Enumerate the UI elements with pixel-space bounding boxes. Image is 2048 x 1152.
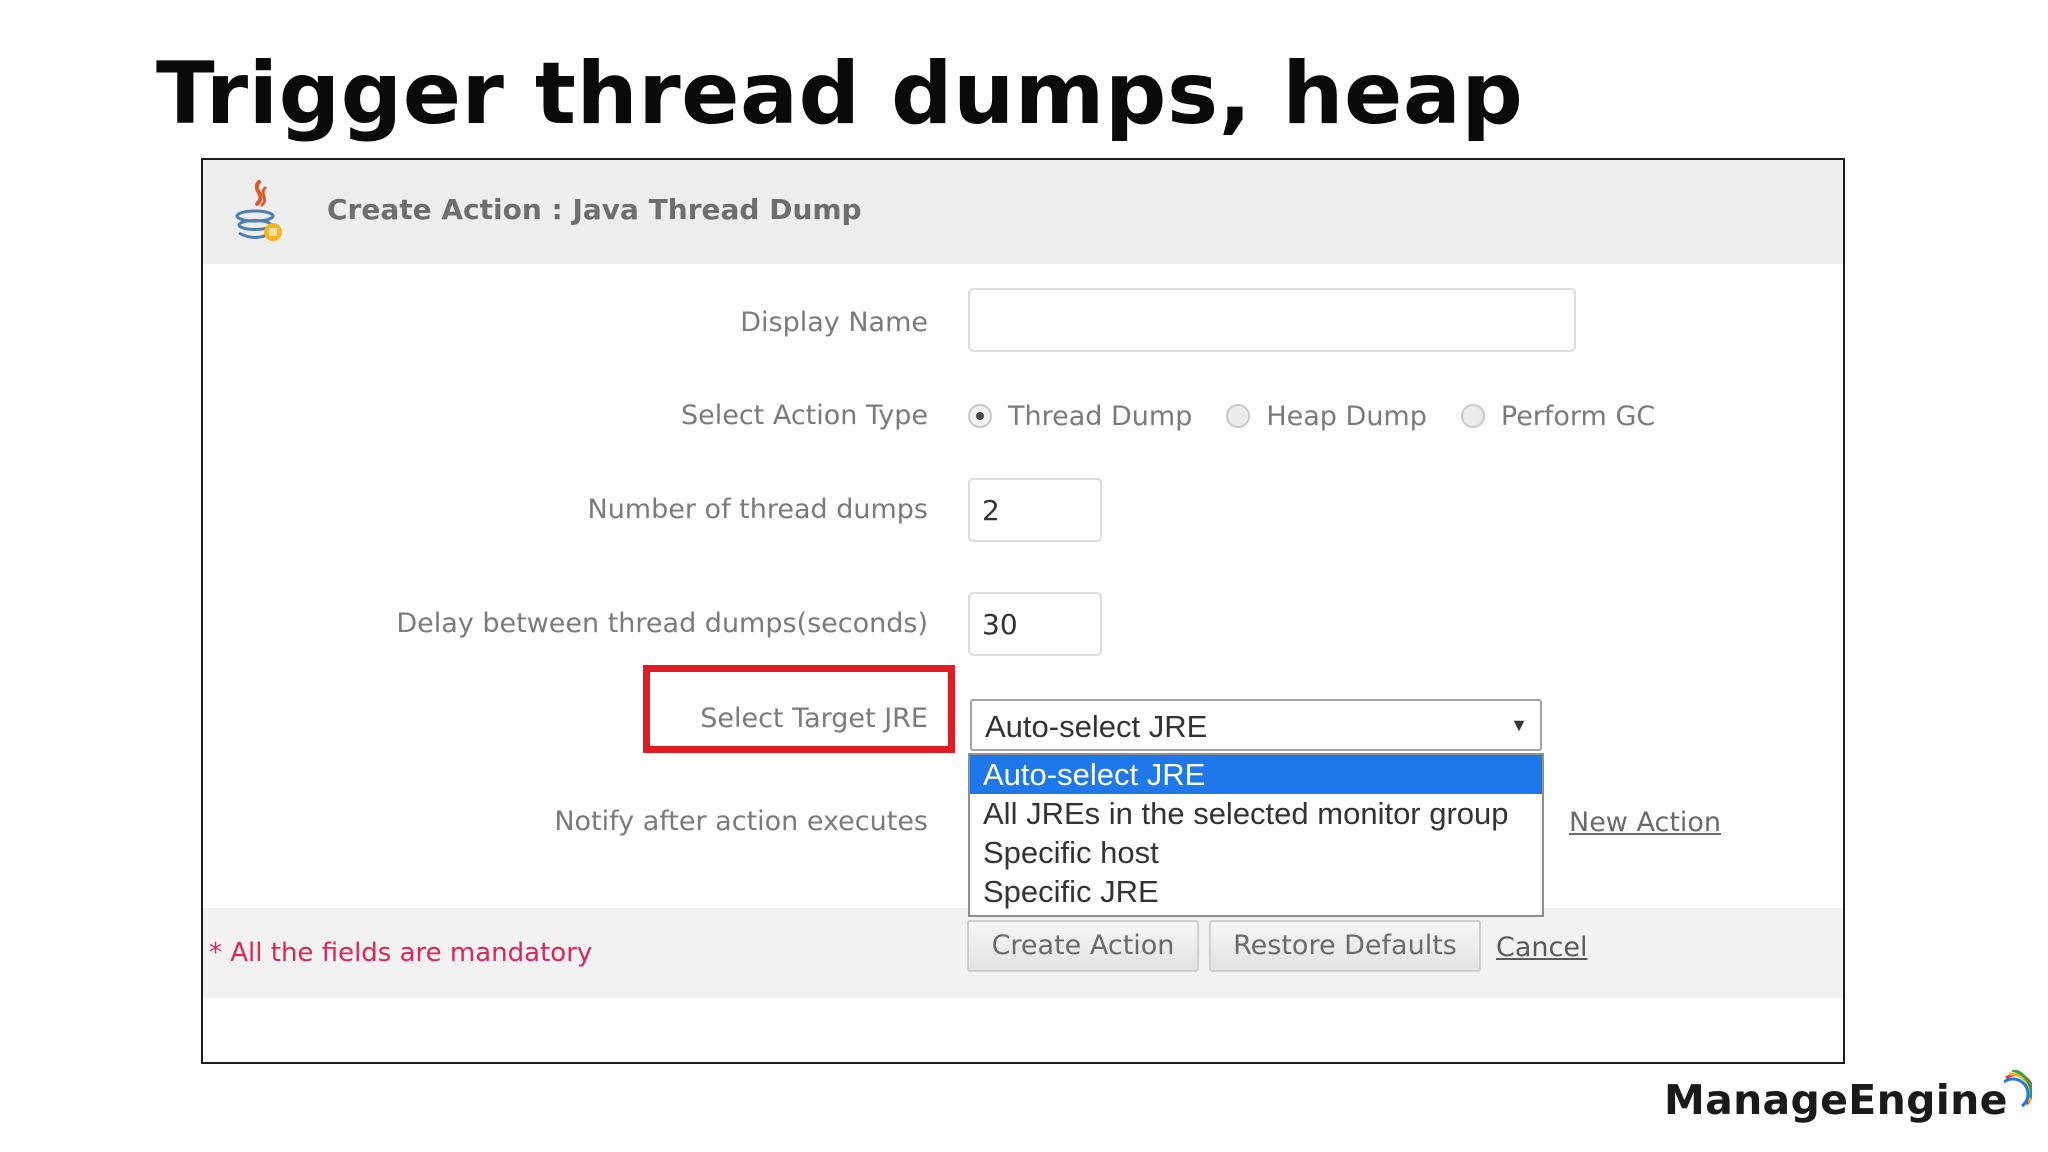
target-jre-dropdown-list: Auto-select JRE All JREs in the selected… <box>968 753 1544 917</box>
logo-arc-icon <box>2003 1070 2032 1108</box>
notify-label: Notify after action executes <box>554 806 928 837</box>
thread-dump-label[interactable]: Thread Dump <box>1008 401 1192 432</box>
mandatory-note: * All the fields are mandatory <box>209 938 593 968</box>
logo-text: ManageEngine <box>1664 1076 2008 1124</box>
dropdown-option-specific-host[interactable]: Specific host <box>970 833 1542 872</box>
delay-input[interactable] <box>968 592 1102 656</box>
dropdown-option-specific-jre[interactable]: Specific JRE <box>970 872 1542 911</box>
dropdown-arrow-icon[interactable]: ▼ <box>1510 715 1528 736</box>
perform-gc-label[interactable]: Perform GC <box>1501 401 1655 432</box>
target-jre-select[interactable]: Auto-select JRE ▼ <box>970 699 1542 751</box>
slide-title: Trigger thread dumps, heap <box>156 44 1524 144</box>
dropdown-option-auto-select-jre[interactable]: Auto-select JRE <box>970 755 1542 794</box>
cancel-link[interactable]: Cancel <box>1496 932 1587 963</box>
thread-dump-count-label: Number of thread dumps <box>587 494 929 525</box>
restore-defaults-button[interactable]: Restore Defaults <box>1209 920 1481 972</box>
heap-dump-radio[interactable] <box>1226 404 1251 428</box>
dialog-header: Create Action : Java Thread Dump <box>203 160 1843 264</box>
target-jre-label: Select Target JRE <box>700 703 928 734</box>
delay-label: Delay between thread dumps(seconds) <box>396 608 928 639</box>
thread-dump-radio[interactable] <box>968 404 992 428</box>
dialog-title: Create Action : Java Thread Dump <box>327 193 862 226</box>
heap-dump-label[interactable]: Heap Dump <box>1266 401 1427 432</box>
dropdown-option-all-jres[interactable]: All JREs in the selected monitor group <box>970 794 1542 833</box>
thread-dump-count-input[interactable] <box>968 478 1102 542</box>
target-jre-selected-value: Auto-select JRE <box>985 709 1208 744</box>
new-action-link[interactable]: New Action <box>1569 807 1721 838</box>
display-name-label: Display Name <box>740 307 928 338</box>
java-icon <box>235 180 282 241</box>
display-name-input[interactable] <box>968 288 1576 352</box>
create-action-panel: Create Action : Java Thread Dump Display… <box>201 158 1845 1064</box>
create-action-button[interactable]: Create Action <box>967 920 1199 972</box>
manageengine-logo: ManageEngine <box>1664 1070 2032 1130</box>
perform-gc-radio[interactable] <box>1460 404 1485 428</box>
action-type-label: Select Action Type <box>680 400 928 431</box>
action-type-radio-group: Thread Dump Heap Dump Perform GC <box>968 396 1673 436</box>
